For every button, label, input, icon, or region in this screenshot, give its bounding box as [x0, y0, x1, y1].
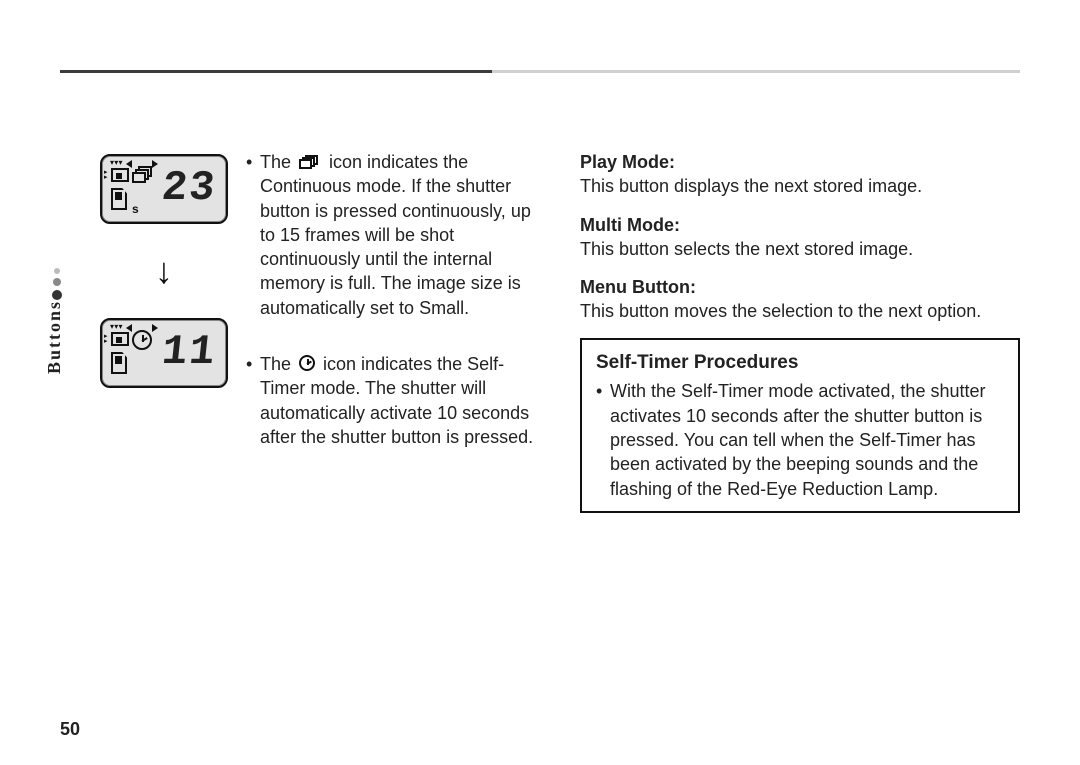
mode-title: Menu Button: — [580, 275, 1020, 299]
bullet-item: • The icon indicates the Continuous mode… — [246, 150, 540, 320]
content: ▾ ▾ ▾ ▸▸ s 23 ↓ ▾ ▾ ▾ ▸▸ — [100, 150, 1020, 513]
play-mode-block: Play Mode: This button displays the next… — [580, 150, 1020, 199]
self-timer-icon — [132, 330, 152, 350]
size-small-indicator: s — [132, 202, 139, 216]
blink-marks-icon: ▸▸ — [104, 334, 108, 344]
sidebar-dots — [52, 268, 62, 300]
box-title: Self-Timer Procedures — [596, 350, 1004, 376]
lcd-continuous: ▾ ▾ ▾ ▸▸ s 23 — [100, 154, 228, 224]
self-timer-icon — [299, 355, 315, 371]
menu-button-block: Menu Button: This button moves the selec… — [580, 275, 1020, 324]
box-text: With the Self-Timer mode activated, the … — [610, 379, 1004, 500]
blink-marks-icon: ▸▸ — [104, 170, 108, 180]
memory-card-icon — [111, 188, 127, 210]
record-icon — [111, 168, 129, 182]
mode-title: Multi Mode: — [580, 213, 1020, 237]
dot-icon — [53, 278, 61, 286]
top-rule — [60, 70, 1020, 73]
multi-mode-block: Multi Mode: This button selects the next… — [580, 213, 1020, 262]
section-label: Buttons — [44, 300, 65, 374]
bullet-text: The icon indicates the Self-Timer mode. … — [260, 352, 540, 449]
dot-icon — [52, 290, 62, 300]
bullet-item: • The icon indicates the Self-Timer mode… — [246, 352, 540, 449]
mode-text: This button displays the next stored ima… — [580, 174, 1020, 198]
lcd-selftimer: ▾ ▾ ▾ ▸▸ 11 — [100, 318, 228, 388]
self-timer-box: Self-Timer Procedures • With the Self-Ti… — [580, 338, 1020, 513]
frame-count: 23 — [159, 164, 218, 212]
triangle-left-icon — [126, 324, 132, 332]
triangle-right-icon — [152, 160, 158, 168]
mode-text: This button selects the next stored imag… — [580, 237, 1020, 261]
bullet-text: The icon indicates the Continuous mode. … — [260, 150, 540, 320]
blink-marks-icon: ▾ ▾ ▾ — [110, 322, 122, 331]
continuous-mode-icon — [299, 155, 321, 169]
page-number: 50 — [60, 719, 80, 740]
dot-icon — [54, 268, 60, 274]
memory-card-icon — [111, 352, 127, 374]
frame-count: 11 — [159, 328, 218, 376]
blink-marks-icon: ▾ ▾ ▾ — [110, 158, 122, 167]
left-bullets: • The icon indicates the Continuous mode… — [246, 150, 540, 513]
record-icon — [111, 332, 129, 346]
arrow-down-icon: ↓ — [155, 250, 173, 292]
mode-title: Play Mode: — [580, 150, 1020, 174]
manual-page: Buttons 50 ▾ ▾ ▾ ▸▸ s 23 ↓ ▾ ▾ ▾ — [0, 0, 1080, 765]
right-column: Play Mode: This button displays the next… — [580, 150, 1020, 513]
lcd-stack: ▾ ▾ ▾ ▸▸ s 23 ↓ ▾ ▾ ▾ ▸▸ — [100, 154, 228, 513]
mode-text: This button moves the selection to the n… — [580, 299, 1020, 323]
triangle-right-icon — [152, 324, 158, 332]
left-column: ▾ ▾ ▾ ▸▸ s 23 ↓ ▾ ▾ ▾ ▸▸ — [100, 150, 540, 513]
continuous-mode-icon — [132, 166, 152, 182]
